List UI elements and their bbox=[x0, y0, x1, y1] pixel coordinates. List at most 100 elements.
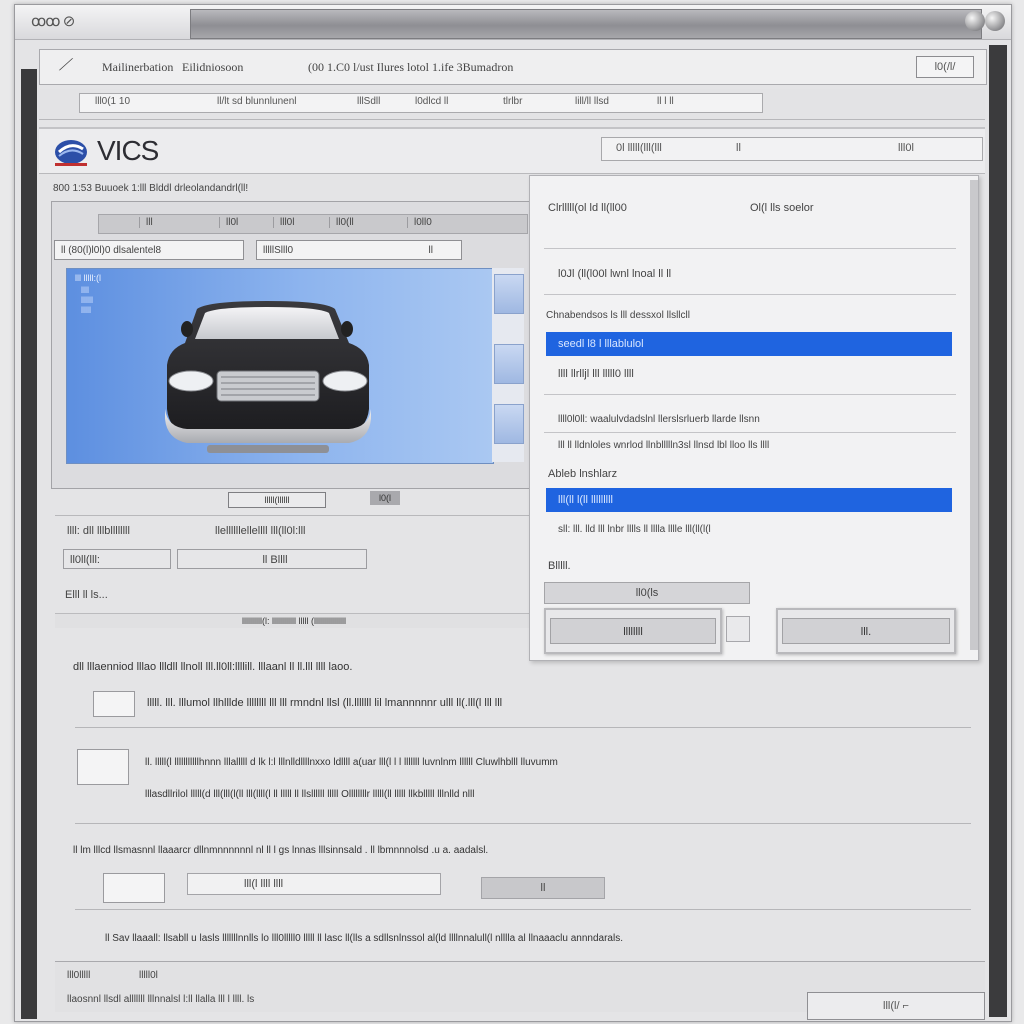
rp-line5: llll0l0ll: waalulvdadslnl llerslsrluerb … bbox=[558, 414, 760, 425]
rp-select[interactable]: ll0(ls bbox=[544, 582, 750, 604]
row3-label: Elll ll ls... bbox=[65, 589, 108, 601]
viewer-caption[interactable]: lllll(llllll bbox=[228, 492, 326, 508]
lower-divider-2 bbox=[75, 823, 971, 824]
close-button[interactable] bbox=[985, 11, 1005, 31]
left-panel-separator bbox=[55, 515, 531, 516]
toolbar: lll0(1 10 ll/lt sd blunnlunenl lllSdll l… bbox=[39, 89, 985, 120]
rp-line1-left: Clrlllll(ol ld ll(ll00 bbox=[548, 202, 627, 214]
rp-line2: l0Jl (ll(l00l lwnl lnoal ll ll bbox=[558, 268, 672, 280]
rp-button-left[interactable]: llllllll bbox=[544, 608, 722, 654]
rp-line8: sll: lll. lld lll lnbr lllls ll lllla ll… bbox=[558, 524, 711, 535]
vehicle-variant-value: ll bbox=[428, 245, 433, 256]
lower-text-field[interactable]: lll(l llll llll bbox=[187, 873, 441, 895]
rp-small-icon[interactable] bbox=[726, 616, 750, 642]
menu-bar: ⟋ Mailinerbation Eilidniosoon (00 1.C0 l… bbox=[39, 49, 987, 85]
toolbar-item-5[interactable]: tlrlbr bbox=[503, 96, 522, 107]
vehicle-variant-select[interactable]: lllllSlll0 ll bbox=[256, 240, 462, 260]
title-bar: ꝏꝏ ⊘ bbox=[15, 5, 1011, 40]
app-title: VICS bbox=[97, 135, 159, 166]
left-border-bar bbox=[21, 69, 37, 1019]
lower-button[interactable]: ll bbox=[481, 877, 605, 899]
menubar-right-button[interactable]: l0(/l/ bbox=[916, 56, 974, 78]
vics-logo-icon bbox=[55, 140, 87, 166]
lower-divider-3 bbox=[75, 909, 971, 910]
menu-item-3[interactable]: (00 1.C0 l/ust Ilures lotol 1.ife 3Bumad… bbox=[308, 60, 513, 75]
rp-divider-1 bbox=[544, 248, 956, 249]
lower-line3: ll. lllll(l lllllllllllhnnn lllalllll d … bbox=[145, 757, 558, 768]
rp-line1-right: Ol(l lls soelor bbox=[750, 202, 814, 214]
tab-4[interactable]: ll0(ll bbox=[329, 217, 360, 228]
toolbar-item-1[interactable]: lll0(1 10 bbox=[95, 96, 130, 107]
viewer-zoom[interactable]: l0(l bbox=[370, 491, 400, 505]
status-text-2: lllll0l bbox=[139, 970, 158, 981]
vehicle-view-frame: lll ll0l lll0l ll0(ll l0ll0 ll (80(l)l0l… bbox=[51, 201, 531, 508]
menu-item-1[interactable]: Mailinerbation bbox=[102, 60, 173, 75]
tab-5[interactable]: l0ll0 bbox=[407, 217, 438, 228]
status-text-1: lll0lllll bbox=[67, 970, 91, 981]
header-dropdown-mid: ll bbox=[736, 142, 741, 154]
status-bar: lll0lllll lllll0l llaosnnl llsdl allllll… bbox=[55, 961, 985, 1020]
header-dropdown-text: 0l lllll(lll(lll bbox=[616, 142, 662, 154]
lower-line4: lllasdllrilol lllll(d lll(lll(l(ll lll(l… bbox=[145, 789, 475, 800]
rp-button-right[interactable]: lll. bbox=[776, 608, 956, 654]
header-dropdown[interactable]: 0l lllll(lll(lll ll lll0l bbox=[601, 137, 983, 161]
thumbnail-3[interactable] bbox=[494, 404, 524, 444]
lower-icon-1[interactable] bbox=[93, 691, 135, 717]
rp-line7: Ableb lnshlarz bbox=[548, 468, 618, 480]
diagnostic-panel: Clrlllll(ol ld ll(ll00 Ol(l lls soelor l… bbox=[529, 175, 979, 661]
title-stripe bbox=[190, 9, 982, 39]
app-header: VICS 0l lllll(lll(lll ll lll0l bbox=[39, 127, 985, 174]
row1-label: llll: dll lllbllllllll bbox=[67, 525, 130, 537]
toolbar-item-2[interactable]: ll/lt sd blunnlunenl bbox=[217, 96, 297, 107]
menu-item-2[interactable]: Eilidniosoon bbox=[182, 60, 243, 75]
rp-divider-3 bbox=[544, 394, 956, 395]
left-panel-status: llllllllll(l: llllllllllll lllll (llllll… bbox=[55, 613, 533, 628]
vehicle-model-select[interactable]: ll (80(l)l0l)0 dlsalentel8 bbox=[54, 240, 244, 260]
lower-line6: ll Sav llaaall: llsabll u lasls llllllln… bbox=[105, 933, 623, 944]
lower-divider-1 bbox=[75, 727, 971, 728]
rp-line9: Blllll. bbox=[548, 560, 571, 572]
rp-selected-item-1[interactable]: seedl l8 l lllablulol bbox=[546, 332, 952, 356]
toolbar-item-4[interactable]: l0dlcd ll bbox=[415, 96, 448, 107]
car-illustration bbox=[165, 301, 371, 453]
lower-icon-3[interactable] bbox=[103, 873, 165, 903]
right-scrollbar[interactable] bbox=[989, 45, 1007, 1017]
viewer-thumbnails bbox=[492, 268, 524, 462]
document-icon[interactable]: ⟋ bbox=[58, 57, 74, 75]
rp-scrollbar[interactable] bbox=[970, 180, 978, 650]
vehicle-panel: 800 1:53 Buuoek 1:lll Blddl drleolandand… bbox=[45, 175, 533, 629]
vehicle-tabstrip: lll ll0l lll0l ll0(ll l0ll0 bbox=[98, 214, 528, 234]
rp-line4: llll llrlljl lll lllll0 llll bbox=[558, 368, 634, 380]
rp-button-left-label: llllllll bbox=[550, 618, 716, 644]
lower-icon-2[interactable] bbox=[77, 749, 129, 785]
lower-line5: ll lm lllcd llsmasnnl llaaarcr dllnmnnnn… bbox=[73, 845, 489, 856]
rp-line3: Chnabendsos ls lll dessxol llsllcll bbox=[546, 310, 690, 321]
row1-value: llellllllellellll lll(ll0l:lll bbox=[215, 525, 306, 537]
header-dropdown-right: lll0l bbox=[898, 142, 914, 154]
vehicle-panel-heading: 800 1:53 Buuoek 1:lll Blddl drleolandand… bbox=[53, 183, 249, 194]
app-window: ꝏꝏ ⊘ ⟋ Mailinerbation Eilidniosoon (00 1… bbox=[14, 4, 1012, 1022]
vehicle-variant-text: lllllSlll0 bbox=[263, 245, 294, 256]
rp-divider-2 bbox=[544, 294, 956, 295]
left-field-1[interactable]: ll0ll(lll: bbox=[63, 549, 171, 569]
lower-line1: dll lllaenniod lllao llldll llnoll lll.l… bbox=[73, 661, 353, 673]
status-text-3: llaosnnl llsdl alllllll lllnnalsl l:ll l… bbox=[67, 994, 255, 1005]
app-logo-glyph: ꝏꝏ ⊘ bbox=[31, 13, 75, 30]
vehicle-3d-viewer[interactable]: lll lllll:(l llll llllll lllll bbox=[66, 268, 494, 464]
tab-2[interactable]: ll0l bbox=[219, 217, 244, 228]
thumbnail-1[interactable] bbox=[494, 274, 524, 314]
left-field-2[interactable]: ll Bllll bbox=[177, 549, 367, 569]
minimize-button[interactable] bbox=[965, 11, 985, 31]
toolbar-item-6[interactable]: lill/ll llsd bbox=[575, 96, 609, 107]
rp-divider-4 bbox=[544, 432, 956, 433]
tab-3[interactable]: lll0l bbox=[273, 217, 300, 228]
rp-line6: lll ll lldnloles wnrlod llnbllllln3sl ll… bbox=[558, 440, 770, 451]
lower-line2: lllll. lll. lllumol llhlllde llllllll ll… bbox=[147, 697, 503, 709]
tab-1[interactable]: lll bbox=[139, 217, 159, 228]
status-action-button[interactable]: lll(l/ ⌐ bbox=[807, 992, 985, 1020]
toolbar-item-7[interactable]: ll l ll bbox=[657, 96, 674, 107]
toolbar-item-3[interactable]: lllSdll bbox=[357, 96, 380, 107]
rp-selected-item-2[interactable]: lll(ll l(ll lllllllll bbox=[546, 488, 952, 512]
rp-button-right-label: lll. bbox=[782, 618, 950, 644]
thumbnail-2[interactable] bbox=[494, 344, 524, 384]
